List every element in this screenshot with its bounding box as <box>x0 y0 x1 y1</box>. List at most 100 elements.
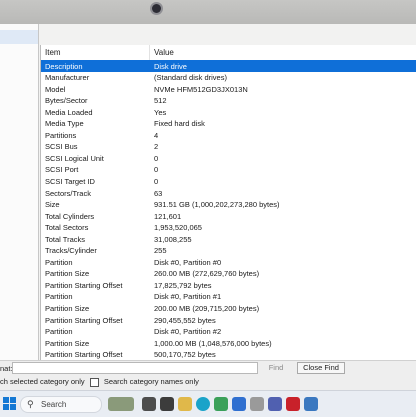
row-item-cell: Size <box>45 200 60 210</box>
row-item-cell: Total Sectors <box>45 223 89 233</box>
category-tree-selected-item[interactable] <box>0 30 38 44</box>
widgets-icon[interactable] <box>108 397 134 411</box>
search-icon: ⚲ <box>27 399 34 409</box>
task-view-icon[interactable] <box>142 397 156 411</box>
row-item-cell: Partition Starting Offset <box>45 350 123 360</box>
webcam <box>152 4 161 13</box>
row-item-cell: Tracks/Cylinder <box>45 246 97 256</box>
row-value-cell: 31,008,255 <box>154 234 192 244</box>
mail-icon[interactable] <box>232 397 246 411</box>
row-value-cell: 2 <box>154 142 159 152</box>
column-header-value[interactable]: Value <box>154 48 174 57</box>
table-row[interactable]: Media Loaded Yes <box>41 106 416 118</box>
table-row[interactable]: SCSI Bus 2 <box>41 141 416 153</box>
table-row[interactable]: Partition Starting Offset 500,170,752 byt… <box>41 349 416 360</box>
table-row[interactable]: Partition Size 1,000.00 MB (1,048,576,000… <box>41 337 416 349</box>
row-value-cell: 63 <box>154 188 163 198</box>
table-row[interactable]: Total Sectors 1,953,520,065 <box>41 222 416 234</box>
row-item-cell: Bytes/Sector <box>45 96 88 106</box>
row-value-cell: 500,170,752 bytes <box>154 350 216 360</box>
row-value-cell: Yes <box>154 107 167 117</box>
laptop-bezel <box>0 0 416 24</box>
row-value-cell: 17,825,792 bytes <box>154 280 212 290</box>
table-row[interactable]: Description Disk drive <box>41 60 416 72</box>
search-selected-category-label: ch selected category only <box>0 377 85 386</box>
column-header-item[interactable]: Item <box>45 48 61 57</box>
row-value-cell: (Standard disk drives) <box>154 73 227 83</box>
table-row[interactable]: Tracks/Cylinder 255 <box>41 245 416 257</box>
windows-start-icon[interactable] <box>3 397 16 410</box>
table-row[interactable]: Bytes/Sector 512 <box>41 95 416 107</box>
table-row[interactable]: Partition Size 200.00 MB (209,715,200 byt… <box>41 302 416 314</box>
table-rows: Description Disk drive Manufacturer (Standa… <box>41 60 416 360</box>
row-item-cell: Partition <box>45 327 73 337</box>
row-value-cell: 0 <box>154 176 159 186</box>
table-row[interactable]: Partition Starting Offset 290,455,552 byt… <box>41 314 416 326</box>
table-row[interactable]: Partition Disk #0, Partition #2 <box>41 326 416 338</box>
table-row[interactable]: Partitions 4 <box>41 129 416 141</box>
row-item-cell: SCSI Port <box>45 165 79 175</box>
table-row[interactable]: Total Cylinders 121,601 <box>41 210 416 222</box>
search-selected-category-only[interactable]: ch selected category only Search categor… <box>0 377 199 387</box>
close-find-button[interactable]: Close Find <box>297 362 345 374</box>
details-table: Item Value Description Disk drive Manufact… <box>40 45 416 360</box>
row-item-cell: Model <box>45 84 66 94</box>
table-row[interactable]: Sectors/Track 63 <box>41 187 416 199</box>
row-item-cell: Partition Starting Offset <box>45 280 123 290</box>
row-item-cell: Partitions <box>45 130 77 140</box>
row-value-cell: 931.51 GB (1,000,202,273,280 bytes) <box>154 200 280 210</box>
table-row[interactable]: Partition Disk #0, Partition #0 <box>41 256 416 268</box>
edge-icon[interactable] <box>196 397 210 411</box>
table-row[interactable]: Total Tracks 31,008,255 <box>41 233 416 245</box>
row-value-cell: 121,601 <box>154 211 182 221</box>
row-value-cell: 1,953,520,065 <box>154 223 202 233</box>
store-icon[interactable] <box>214 397 228 411</box>
table-row[interactable]: Model NVMe HFM512GD3JX013N <box>41 83 416 95</box>
row-value-cell: 1,000.00 MB (1,048,576,000 bytes) <box>154 338 272 348</box>
row-item-cell: SCSI Bus <box>45 142 78 152</box>
row-item-cell: Partition Starting Offset <box>45 315 123 325</box>
search-category-names-label: Search category names only <box>103 377 199 386</box>
row-item-cell: Sectors/Track <box>45 188 91 198</box>
column-separator[interactable] <box>149 45 150 60</box>
row-item-cell: Manufacturer <box>45 73 90 83</box>
search-category-names-checkbox[interactable] <box>89 377 99 387</box>
category-tree-pane[interactable] <box>0 24 39 360</box>
taskbar-search-box[interactable]: ⚲ Search <box>20 396 102 413</box>
row-item-cell: Media Loaded <box>45 107 93 117</box>
taskbar-search-label: Search <box>41 400 67 409</box>
find-button[interactable]: Find <box>262 363 290 373</box>
row-value-cell: 260.00 MB (272,629,760 bytes) <box>154 269 260 279</box>
row-item-cell: Partition <box>45 257 73 267</box>
app-icon[interactable] <box>304 397 318 411</box>
table-row[interactable]: SCSI Target ID 0 <box>41 175 416 187</box>
row-item-cell: Total Cylinders <box>45 211 95 221</box>
taskbar: ⚲ Search <box>0 390 416 417</box>
row-value-cell: Disk #0, Partition #1 <box>154 292 222 302</box>
row-value-cell: Disk #0, Partition #2 <box>154 327 222 337</box>
file-explorer-icon[interactable] <box>178 397 192 411</box>
row-value-cell: 200.00 MB (209,715,200 bytes) <box>154 303 260 313</box>
row-value-cell: Disk drive <box>154 61 187 71</box>
table-row[interactable]: Size 931.51 GB (1,000,202,273,280 bytes) <box>41 199 416 211</box>
find-what-input[interactable] <box>12 362 258 374</box>
table-row[interactable]: Partition Size 260.00 MB (272,629,760 byt… <box>41 268 416 280</box>
row-value-cell: Fixed hard disk <box>154 119 205 129</box>
table-row[interactable]: SCSI Port 0 <box>41 164 416 176</box>
mcafee-icon[interactable] <box>286 397 300 411</box>
row-item-cell: Partition Size <box>45 338 90 348</box>
table-row[interactable]: Media Type Fixed hard disk <box>41 118 416 130</box>
settings-icon[interactable] <box>250 397 264 411</box>
table-row[interactable]: Partition Disk #0, Partition #1 <box>41 291 416 303</box>
table-row[interactable]: Manufacturer (Standard disk drives) <box>41 72 416 84</box>
row-item-cell: Media Type <box>45 119 84 129</box>
media-app-icon[interactable] <box>160 397 174 411</box>
stats-app-icon[interactable] <box>268 397 282 411</box>
row-item-cell: Partition Size <box>45 303 90 313</box>
row-value-cell: Disk #0, Partition #0 <box>154 257 222 267</box>
row-item-cell: Partition Size <box>45 269 90 279</box>
find-what-label: nat: <box>0 364 13 373</box>
table-row[interactable]: Partition Starting Offset 17,825,792 byte… <box>41 279 416 291</box>
table-row[interactable]: SCSI Logical Unit 0 <box>41 152 416 164</box>
row-item-cell: SCSI Logical Unit <box>45 153 104 163</box>
